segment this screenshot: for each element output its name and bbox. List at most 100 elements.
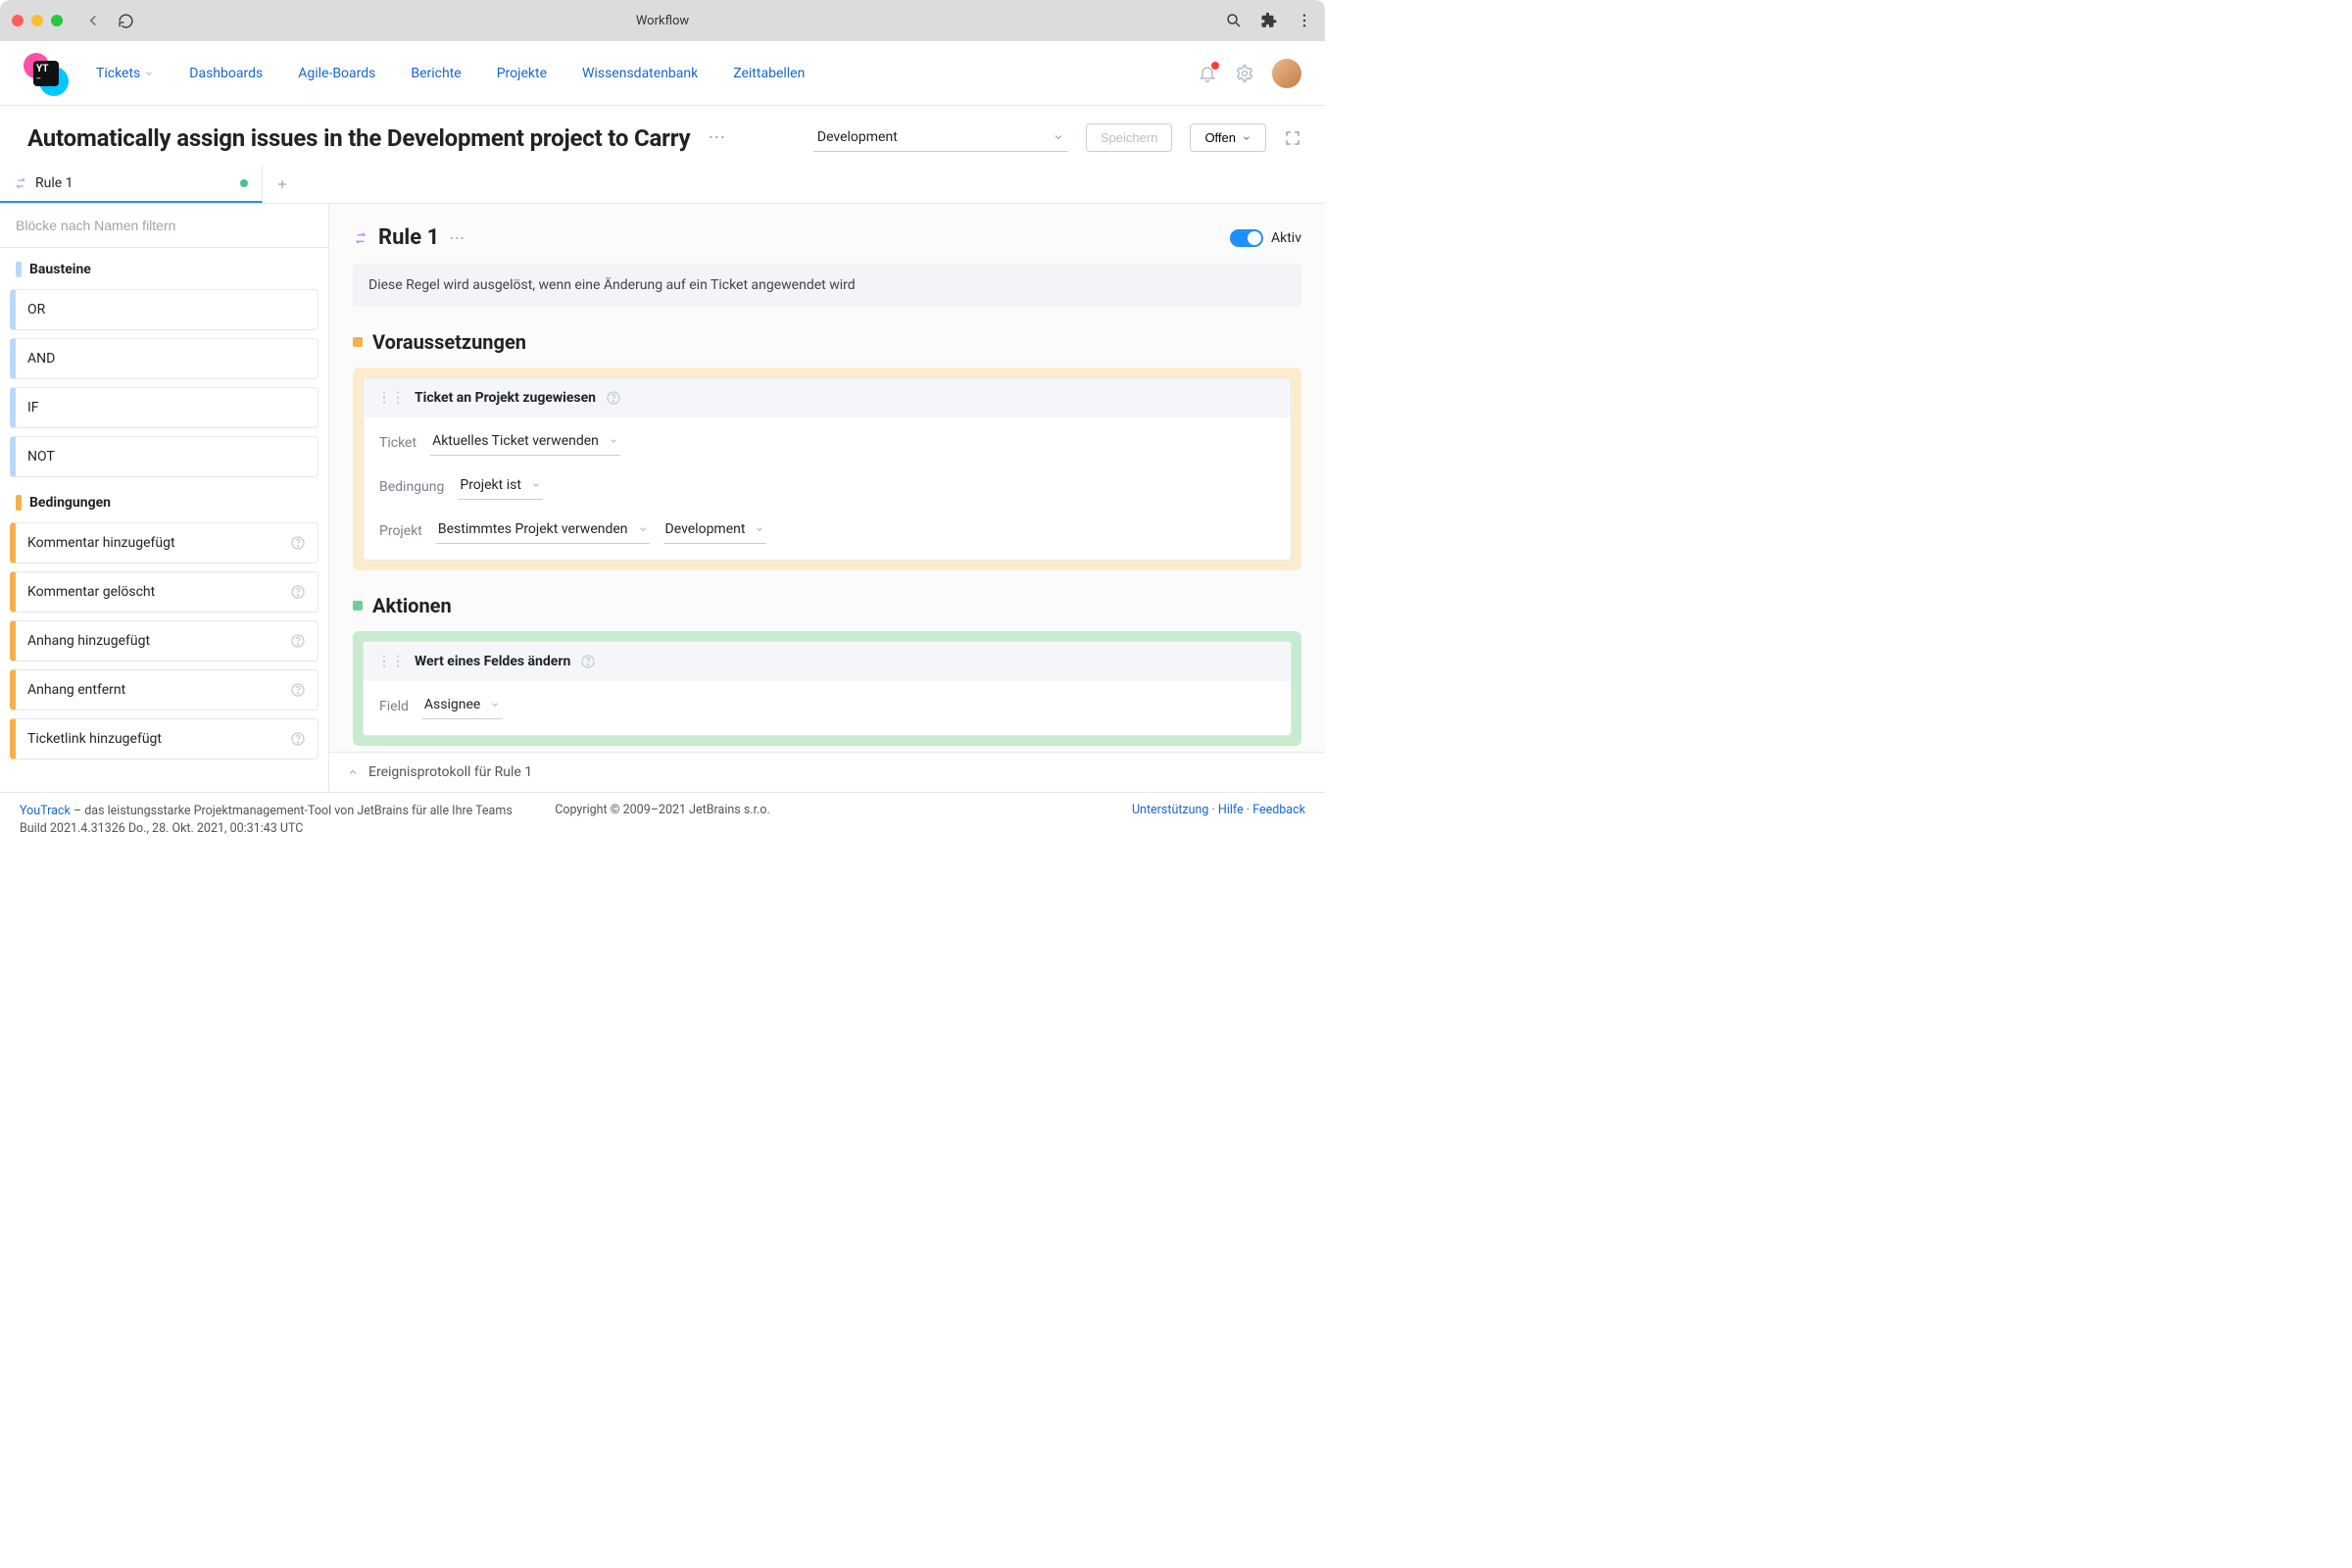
block-label: OR [27, 302, 45, 318]
chevron-down-icon [755, 524, 764, 534]
event-log-toggle[interactable]: Ereignisprotokoll für Rule 1 [329, 752, 1325, 792]
drag-handle-icon[interactable]: ⋮⋮ [377, 390, 405, 406]
workflow-header: Automatically assign issues in the Devel… [0, 106, 1325, 166]
rule-description: Diese Regel wird ausgelöst, wenn eine Än… [353, 264, 1301, 307]
field-label: Field [379, 699, 409, 714]
field-select[interactable]: Assignee [422, 693, 502, 719]
tab-status-dot [240, 179, 248, 187]
nav-knowledgebase[interactable]: Wissensdatenbank [582, 66, 698, 81]
footer-brand-link[interactable]: YouTrack [20, 804, 71, 818]
help-icon[interactable] [606, 390, 621, 406]
block-filter-input[interactable] [0, 204, 328, 248]
condition-ticketlink-added[interactable]: Ticketlink hinzugefügt [10, 718, 318, 760]
nav-dashboards[interactable]: Dashboards [189, 66, 263, 81]
nav-tickets-label: Tickets [96, 66, 140, 81]
fullscreen-icon[interactable] [1284, 129, 1301, 147]
chevron-down-icon [609, 436, 618, 446]
field-select-value: Assignee [424, 697, 480, 712]
nav-agile[interactable]: Agile-Boards [298, 66, 375, 81]
ticket-select[interactable]: Aktuelles Ticket verwenden [430, 429, 620, 456]
window-zoom-icon[interactable] [51, 15, 63, 26]
group-indicator [16, 495, 22, 511]
footer-feedback-link[interactable]: Feedback [1252, 803, 1305, 817]
block-or[interactable]: OR [10, 289, 318, 330]
youtrack-logo[interactable]: YT— [24, 51, 69, 96]
section-label: Aktionen [372, 594, 452, 617]
chevron-down-icon [490, 700, 500, 710]
group-label: Bedingungen [29, 495, 111, 511]
action-card-header: ⋮⋮ Wert eines Feldes ändern [364, 642, 1291, 681]
add-rule-tab[interactable] [263, 166, 302, 203]
project-mode-select[interactable]: Bestimmtes Projekt verwenden [436, 517, 650, 544]
condition-select-value: Projekt ist [460, 477, 521, 493]
rule-active-toggle[interactable] [1230, 229, 1263, 247]
workflow-more-icon[interactable]: ⋯ [708, 127, 727, 148]
settings-gear-icon[interactable] [1235, 64, 1254, 83]
nav-timesheets[interactable]: Zeittabellen [733, 66, 805, 81]
condition-attachment-added[interactable]: Anhang hinzugefügt [10, 620, 318, 662]
chevron-down-icon [1242, 133, 1251, 143]
status-button[interactable]: Offen [1190, 123, 1266, 152]
project-mode-value: Bestimmtes Projekt verwenden [438, 521, 628, 537]
action-card: ⋮⋮ Wert eines Feldes ändern Field Assign… [353, 631, 1301, 746]
rule-more-icon[interactable]: ⋯ [449, 228, 466, 247]
footer-copyright: Copyright © 2009–2021 JetBrains s.r.o. [555, 803, 770, 817]
window-minimize-icon[interactable] [31, 15, 43, 26]
nav-projects[interactable]: Projekte [497, 66, 547, 81]
event-log-label: Ereignisprotokoll für Rule 1 [368, 764, 532, 780]
prereq-card-header: ⋮⋮ Ticket an Projekt zugewiesen [364, 378, 1291, 417]
blocks-sidebar: Bausteine OR AND IF NOT Bedingungen Komm… [0, 204, 329, 792]
help-icon[interactable] [580, 654, 596, 669]
drag-handle-icon[interactable]: ⋮⋮ [377, 654, 405, 669]
swap-icon [353, 230, 368, 246]
window-controls [12, 15, 63, 26]
condition-select[interactable]: Projekt ist [458, 473, 543, 500]
block-label: AND [27, 351, 55, 367]
block-label: Anhang entfernt [27, 682, 125, 698]
chevron-down-icon [1053, 131, 1064, 143]
block-and[interactable]: AND [10, 338, 318, 379]
block-not[interactable]: NOT [10, 436, 318, 477]
browser-menu-icon[interactable] [1296, 12, 1313, 29]
section-label: Voraussetzungen [372, 330, 526, 354]
block-label: NOT [27, 449, 55, 465]
help-icon[interactable] [290, 535, 306, 551]
help-icon[interactable] [290, 682, 306, 698]
user-avatar[interactable] [1272, 59, 1301, 88]
condition-comment-deleted[interactable]: Kommentar gelöscht [10, 571, 318, 612]
section-indicator [353, 337, 363, 347]
group-indicator [16, 262, 22, 277]
nav-tickets[interactable]: Tickets [96, 66, 154, 81]
chevron-down-icon [638, 524, 648, 534]
notifications-icon[interactable] [1198, 64, 1217, 83]
chevron-down-icon [144, 69, 154, 78]
rule-header: Rule 1 ⋯ Aktiv [353, 225, 1301, 250]
window-title: Workflow [0, 14, 1325, 28]
condition-comment-added[interactable]: Kommentar hinzugefügt [10, 522, 318, 564]
help-icon[interactable] [290, 584, 306, 600]
browser-chrome: Workflow [0, 0, 1325, 41]
rule-active-label: Aktiv [1271, 230, 1301, 246]
footer-tagline: – das leistungsstarke Projektmanagement-… [71, 804, 513, 818]
section-indicator [353, 601, 363, 611]
nav-back-icon[interactable] [84, 12, 102, 29]
condition-attachment-removed[interactable]: Anhang entfernt [10, 669, 318, 710]
app-footer: YouTrack – das leistungsstarke Projektma… [0, 792, 1325, 852]
footer-help-link[interactable]: Hilfe [1218, 803, 1244, 817]
browser-search-icon[interactable] [1225, 12, 1243, 29]
extensions-icon[interactable] [1260, 12, 1278, 29]
help-icon[interactable] [290, 731, 306, 747]
window-close-icon[interactable] [12, 15, 24, 26]
block-if[interactable]: IF [10, 387, 318, 428]
nav-reports[interactable]: Berichte [411, 66, 461, 81]
block-label: Kommentar hinzugefügt [27, 535, 175, 551]
project-label: Projekt [379, 523, 422, 539]
help-icon[interactable] [290, 633, 306, 649]
project-select[interactable]: Development [813, 123, 1068, 152]
save-button-label: Speichern [1101, 130, 1158, 145]
block-label: IF [27, 400, 39, 416]
project-value-select[interactable]: Development [663, 517, 767, 544]
nav-reload-icon[interactable] [118, 13, 134, 29]
tab-rule-1[interactable]: Rule 1 [0, 166, 263, 203]
footer-support-link[interactable]: Unterstützung [1132, 803, 1209, 817]
